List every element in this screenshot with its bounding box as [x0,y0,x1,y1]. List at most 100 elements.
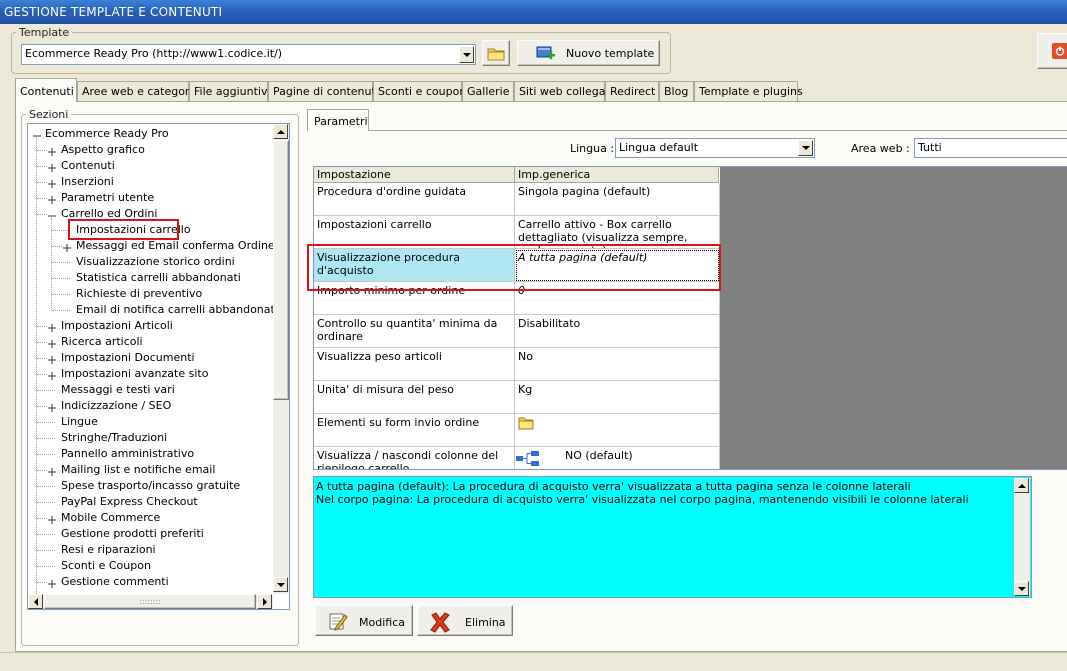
new-template-button[interactable]: Nuovo template [517,40,660,66]
tree-item[interactable]: Gestione commenti [61,574,169,590]
tree-item[interactable]: Pannello amministrativo [61,446,194,462]
expand-icon[interactable] [48,370,56,380]
expand-icon[interactable] [48,466,56,476]
tree-item[interactable]: Sconti e Coupon [61,558,151,574]
tree-item[interactable]: Spese trasporto/incasso gratuite [61,478,240,494]
expand-icon[interactable] [48,338,56,348]
tab-template-plugins[interactable]: Template e plugins [694,81,803,101]
tree-item[interactable]: Inserzioni [61,174,114,190]
tab-aree-web[interactable]: Aree web e categorie [77,81,199,101]
close-button[interactable] [1037,33,1067,69]
tree-item[interactable]: Ecommerce Ready Pro [45,126,169,142]
tree-item[interactable]: Impostazioni Documenti [61,350,195,366]
tree-item[interactable]: Resi e riparazioni [61,542,156,558]
tree-item[interactable]: Visualizzazione storico ordini [76,254,235,270]
tab-parametri[interactable]: Parametri [307,109,369,131]
expand-icon[interactable] [48,178,56,188]
tree-connector [37,470,47,471]
grid-cell-setting[interactable]: Controllo su quantita' minima da ordinar… [314,315,515,348]
column-header-imp-generica[interactable]: Imp.generica [515,167,719,183]
grid-cell-setting[interactable]: Visualizza / nascondi colonne del riepil… [314,447,515,469]
open-folder-button[interactable] [482,40,510,66]
tree-item[interactable]: Indicizzazione / SEO [61,398,171,414]
chevron-down-icon[interactable] [459,46,474,63]
area-web-select-value: Tutti [918,141,942,154]
window-title: GESTIONE TEMPLATE E CONTENUTI [4,5,223,19]
grid-cell-setting[interactable]: Procedura d'ordine guidata [314,183,515,216]
expand-icon[interactable] [48,162,56,172]
settings-grid[interactable]: Impostazione Imp.generica Procedura d'or… [313,166,1067,470]
expand-icon[interactable] [48,354,56,364]
template-group-legend: Template [19,26,70,39]
tree-item[interactable]: Ricerca articoli [61,334,143,350]
scroll-thumb[interactable] [273,140,289,400]
tab-sconti-coupon[interactable]: Sconti e coupon [373,81,466,101]
hscroll-thumb[interactable]: :::::::: [44,594,256,609]
grid-cell-setting[interactable]: Unita' di misura del peso [314,381,515,414]
tree-item[interactable]: Email di notifica carrelli abbandonati [76,302,278,318]
scroll-left-button[interactable] [28,594,43,609]
tree-item[interactable]: Messaggi e testi vari [61,382,175,398]
collapse-icon[interactable] [48,210,56,217]
grid-cell-setting[interactable]: Elementi su form invio ordine [314,414,515,447]
tree-item[interactable]: Lingue [61,414,98,430]
expand-icon[interactable] [48,194,56,204]
tab-siti-web-collegati[interactable]: Siti web collegati [514,81,613,101]
tree-item[interactable]: Impostazioni Articoli [61,318,173,334]
modifica-button[interactable]: Modifica [315,605,413,636]
scroll-up-button[interactable] [273,124,288,139]
sections-tree[interactable]: Ecommerce Ready Pro Aspetto grafico Conten… [27,123,290,610]
tree-item[interactable]: Richieste di preventivo [76,286,202,302]
tree-connector [37,358,47,359]
description-box[interactable]: A tutta pagina (default): La procedura d… [313,476,1032,598]
tab-contenuti[interactable]: Contenuti [15,78,77,102]
column-header-impostazione[interactable]: Impostazione [314,167,515,183]
tree-item[interactable]: Impostazioni avanzate sito [61,366,208,382]
tree-connector [37,566,55,567]
tree-connector [51,218,52,310]
tree-item[interactable]: Aspetto grafico [61,142,145,158]
template-select[interactable]: Ecommerce Ready Pro (http://www1.codice.… [21,44,476,65]
tree-item[interactable]: PayPal Express Checkout [61,494,198,510]
tab-pagine-contenuti[interactable]: Pagine di contenuti [268,81,379,101]
tree-item[interactable]: Messaggi ed Email conferma Ordine [76,238,275,254]
expand-icon[interactable] [48,578,56,588]
grid-cell-value[interactable]: NO (default) [515,447,720,469]
tree-vscrollbar[interactable] [273,124,289,594]
tab-blog[interactable]: Blog [659,81,694,101]
tree-hscrollbar[interactable]: :::::::: [28,594,273,609]
expand-icon[interactable] [48,402,56,412]
tree-connector [37,454,55,455]
tree-item[interactable]: Stringhe/Traduzioni [61,430,167,446]
tab-redirect[interactable]: Redirect [605,81,659,101]
expand-icon[interactable] [48,146,56,156]
chevron-down-icon[interactable] [798,140,813,156]
tree-item[interactable]: Statistica carrelli abbandonati [76,270,241,286]
area-web-select[interactable]: Tutti [914,138,1067,158]
description-vscrollbar[interactable] [1014,478,1030,596]
tree-connector [37,326,47,327]
tab-file-aggiuntivi[interactable]: File aggiuntivi [189,81,271,101]
grid-cell-setting[interactable]: Visualizza peso articoli [314,348,515,381]
scroll-right-button[interactable] [257,594,272,609]
scroll-up-button[interactable] [1014,478,1029,493]
grid-cell-value[interactable]: No [515,348,720,381]
expand-icon[interactable] [63,242,71,252]
grid-cell-value[interactable] [515,414,720,447]
grid-cell-value[interactable]: Kg [515,381,720,414]
grid-cell-value[interactable]: Disabilitato [515,315,720,348]
tree-item[interactable]: Contenuti [61,158,115,174]
lingua-select[interactable]: Lingua default [615,138,815,158]
delete-icon [430,612,450,633]
expand-icon[interactable] [48,514,56,524]
tree-item[interactable]: Mailing list e notifiche email [61,462,215,478]
elimina-button[interactable]: Elimina [417,605,513,636]
tree-item[interactable]: Gestione prodotti preferiti [61,526,204,542]
tab-gallerie[interactable]: Gallerie [462,81,514,101]
scroll-down-button[interactable] [273,577,288,592]
tree-item[interactable]: Parametri utente [61,190,154,206]
grid-cell-value[interactable]: Singola pagina (default) [515,183,720,216]
expand-icon[interactable] [48,322,56,332]
scroll-down-button[interactable] [1014,581,1029,596]
tree-item[interactable]: Mobile Commerce [61,510,160,526]
